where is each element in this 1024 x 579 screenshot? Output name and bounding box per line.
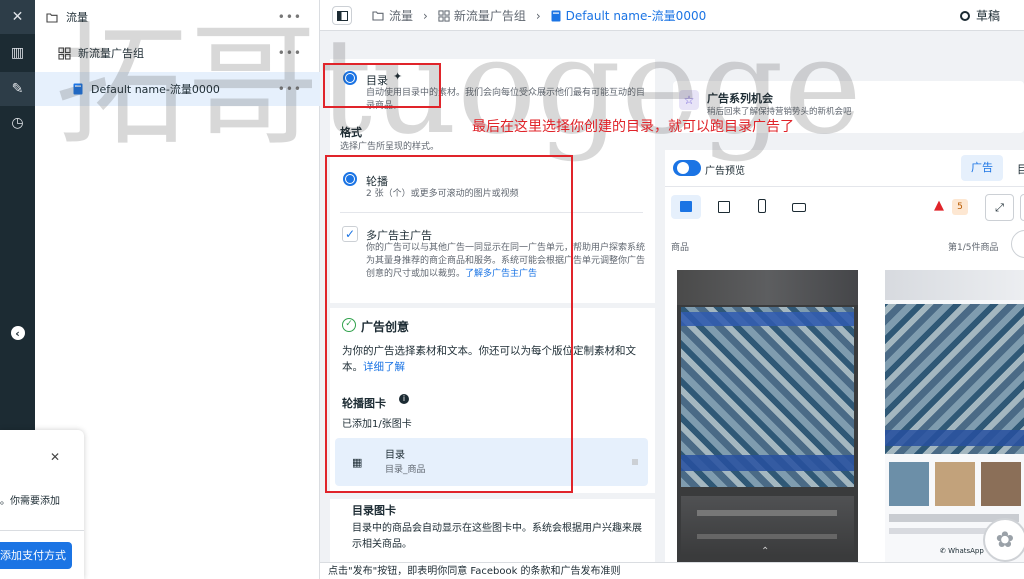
folder-icon: [46, 12, 58, 23]
chevron-left-icon[interactable]: ‹: [10, 326, 25, 340]
feed-icon: [680, 201, 692, 212]
payment-popup: ✕ 。你需要添加 添加支付方式: [0, 430, 84, 579]
breadcrumb: 流量 › 新流量广告组 › Default name-流量0000: [372, 0, 706, 31]
more-icon[interactable]: •••: [278, 82, 302, 96]
footer-terms: 点击"发布"按钮，即表明你同意 Facebook 的条款和广告发布准则: [320, 562, 1024, 579]
more-icon[interactable]: •••: [278, 10, 302, 24]
popup-text: 。你需要添加: [0, 496, 60, 507]
tab-more[interactable]: 目: [1017, 161, 1024, 177]
whatsapp-text: WhatsApp: [948, 547, 984, 555]
expand-icon: ⤢: [995, 201, 1004, 214]
catalog-cards-title: 目录图卡: [352, 504, 396, 517]
preview-toggle[interactable]: [673, 160, 701, 176]
status-label: 草稿: [976, 9, 1001, 23]
preview-toggle-label: 广告预览: [705, 166, 745, 177]
warning-icon[interactable]: ▲: [934, 198, 944, 213]
drag-handle-icon[interactable]: [632, 459, 638, 465]
ad-mockup: ⌃: [677, 270, 858, 562]
catalog-cards-desc: 目录中的商品会自动显示在这些图卡中。系统会根据用户兴趣来展示相关商品。: [352, 523, 642, 550]
grid-icon: [58, 46, 71, 60]
tree-item-label: Default name-流量0000: [91, 83, 220, 96]
breadcrumb-separator: ›: [423, 8, 428, 23]
preview-panel: ☆ 广告系列机会 稍后回来了解保持营销势头的新机会吧 广告预览 广告 目 ▲ 5…: [665, 31, 1024, 562]
square-icon[interactable]: [718, 201, 730, 213]
panel-icon: [336, 10, 348, 21]
tree-item-label: 流量: [66, 11, 88, 24]
history-icon[interactable]: ◷: [0, 106, 35, 140]
placement-feed-button[interactable]: [671, 195, 701, 219]
vertical-icon[interactable]: [758, 199, 766, 213]
chevron-up-icon[interactable]: ⌃: [761, 546, 769, 557]
mockup-header: [677, 270, 858, 305]
format-heading: 格式: [340, 126, 362, 139]
tree-item-campaign[interactable]: 流量 •••: [35, 0, 320, 34]
popup-close-icon[interactable]: ✕: [50, 450, 60, 464]
breadcrumb-separator: ›: [535, 8, 541, 23]
edit-icon[interactable]: ✎: [0, 72, 35, 106]
breadcrumb-campaign[interactable]: 流量: [389, 7, 413, 24]
tree-item-ad[interactable]: Default name-流量0000 •••: [35, 72, 320, 106]
tab-ad-preview[interactable]: 广告: [961, 155, 1003, 181]
products-count: 第1/5件商品: [948, 243, 999, 253]
divider: [320, 493, 665, 499]
close-icon[interactable]: ✕: [0, 0, 35, 34]
logo-watermark: ✿: [983, 518, 1024, 562]
toggle-panel-button[interactable]: [332, 6, 352, 25]
horizontal-icon[interactable]: [792, 203, 806, 212]
products-label: 商品: [671, 243, 690, 253]
tree-item-label: 新流量广告组: [78, 47, 144, 60]
breadcrumb-ad[interactable]: Default name-流量0000: [566, 7, 707, 24]
warning-count: 5: [952, 199, 968, 215]
prev-button[interactable]: [1011, 230, 1024, 258]
more-button[interactable]: [1020, 194, 1024, 221]
ad-icon: [551, 10, 561, 21]
star-icon: ☆: [679, 90, 699, 110]
whatsapp-label: ✆ WhatsApp: [940, 547, 984, 555]
grid-icon: [438, 9, 450, 22]
draft-status: 草稿: [960, 0, 1000, 31]
folder-icon: [372, 11, 384, 21]
breadcrumb-adset[interactable]: 新流量广告组: [454, 7, 526, 24]
status-dot-icon: [960, 10, 970, 21]
tree-item-adset[interactable]: 新流量广告组 •••: [35, 36, 320, 70]
more-icon[interactable]: •••: [278, 46, 302, 60]
add-payment-button[interactable]: 添加支付方式: [0, 542, 72, 569]
divider: [665, 186, 1024, 187]
ad-icon: [73, 83, 83, 95]
collapse-icon[interactable]: ‹: [0, 316, 35, 350]
highlight-catalog-box: [323, 63, 441, 108]
annotation-text: 最后在这里选择你创建的目录，就可以跑目录广告了: [472, 119, 794, 135]
format-subtitle: 选择广告所呈现的样式。: [340, 142, 440, 152]
ad-preview-card: 广告预览 广告 目 ▲ 5 ⤢ 商品 第1/5件商品 ⌃ ✆ WhatsApp: [665, 150, 1024, 562]
stats-icon[interactable]: ▥: [0, 36, 35, 70]
highlight-format-box: [325, 155, 573, 493]
opportunity-title: 广告系列机会: [707, 92, 773, 105]
expand-button[interactable]: ⤢: [985, 194, 1014, 221]
top-bar: 流量 › 新流量广告组 › Default name-流量0000 草稿: [320, 0, 1024, 31]
popup-divider: [0, 530, 84, 531]
